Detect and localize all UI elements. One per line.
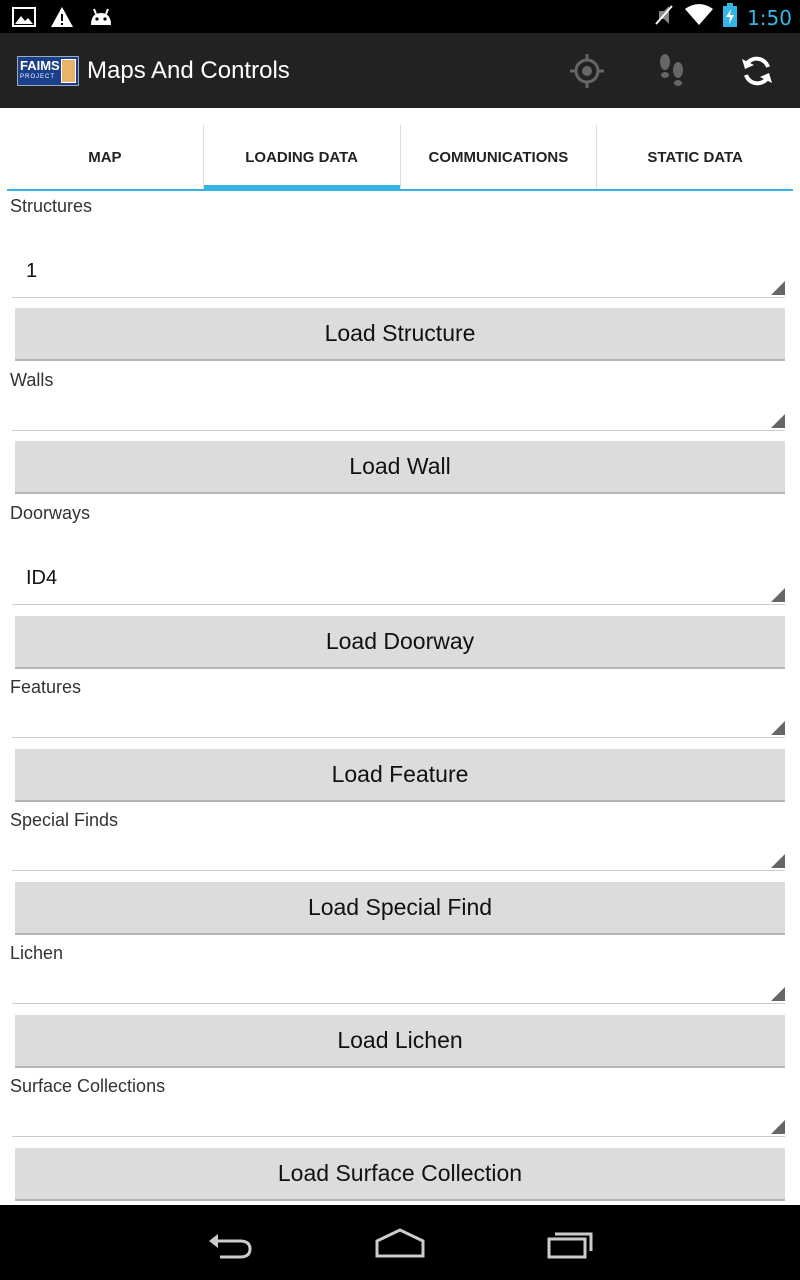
structures-spinner[interactable]: 1 — [12, 238, 785, 298]
content-area: MAP LOADING DATA COMMUNICATIONS STATIC D… — [0, 108, 800, 1205]
battery-charging-icon — [723, 3, 738, 32]
back-icon[interactable] — [200, 1223, 260, 1263]
section-label: Doorways — [10, 503, 91, 523]
load-surface-collection-button[interactable]: Load Surface Collection — [15, 1148, 785, 1201]
app-title: Maps And Controls — [87, 57, 290, 84]
spinner-dropdown-icon — [771, 414, 785, 428]
tab-static-data[interactable]: STATIC DATA — [597, 125, 793, 189]
load-structure-button[interactable]: Load Structure — [15, 308, 785, 361]
android-icon — [88, 7, 114, 32]
load-doorway-button[interactable]: Load Doorway — [15, 616, 785, 669]
wifi-icon — [685, 4, 714, 31]
logo-text: FAIMS — [20, 58, 60, 73]
spinner-value: ID4 — [26, 567, 58, 589]
tab-bar: MAP LOADING DATA COMMUNICATIONS STATIC D… — [7, 125, 793, 191]
mute-icon — [653, 3, 675, 32]
action-bar: FAIMS PROJECT Maps And Controls — [0, 33, 800, 108]
navigation-bar — [0, 1205, 800, 1280]
recent-apps-icon[interactable] — [540, 1223, 600, 1263]
faims-logo[interactable]: FAIMS PROJECT — [17, 56, 79, 86]
spinner-value: 1 — [26, 260, 38, 282]
gallery-icon — [12, 7, 36, 32]
logo-subtext: PROJECT — [20, 74, 56, 80]
logo-graphic — [61, 59, 76, 83]
load-special-find-button[interactable]: Load Special Find — [15, 882, 785, 935]
spinner-dropdown-icon — [771, 721, 785, 735]
spinner-dropdown-icon — [771, 588, 785, 602]
load-wall-button[interactable]: Load Wall — [15, 441, 785, 494]
walls-spinner[interactable] — [12, 371, 785, 431]
sync-icon[interactable] — [737, 51, 777, 91]
spinner-dropdown-icon — [771, 1120, 785, 1134]
spinner-dropdown-icon — [771, 854, 785, 868]
doorways-spinner[interactable]: ID4 — [12, 545, 785, 605]
features-spinner[interactable] — [12, 678, 785, 738]
spinner-dropdown-icon — [771, 987, 785, 1001]
gps-target-icon[interactable] — [567, 51, 607, 91]
tab-loading-data[interactable]: LOADING DATA — [203, 125, 401, 191]
lichen-spinner[interactable] — [12, 944, 785, 1004]
footprints-icon[interactable] — [652, 51, 692, 91]
status-bar: 1:50 — [0, 0, 800, 33]
special-finds-spinner[interactable] — [12, 811, 785, 871]
tab-map[interactable]: MAP — [7, 125, 204, 189]
load-lichen-button[interactable]: Load Lichen — [15, 1015, 785, 1068]
surface-collections-spinner[interactable] — [12, 1077, 785, 1137]
home-icon[interactable] — [370, 1223, 430, 1263]
section-label: Structures — [10, 196, 93, 216]
tab-communications[interactable]: COMMUNICATIONS — [401, 125, 598, 189]
status-time: 1:50 — [747, 5, 792, 30]
load-feature-button[interactable]: Load Feature — [15, 749, 785, 802]
spinner-dropdown-icon — [771, 281, 785, 295]
warning-icon — [50, 6, 74, 33]
